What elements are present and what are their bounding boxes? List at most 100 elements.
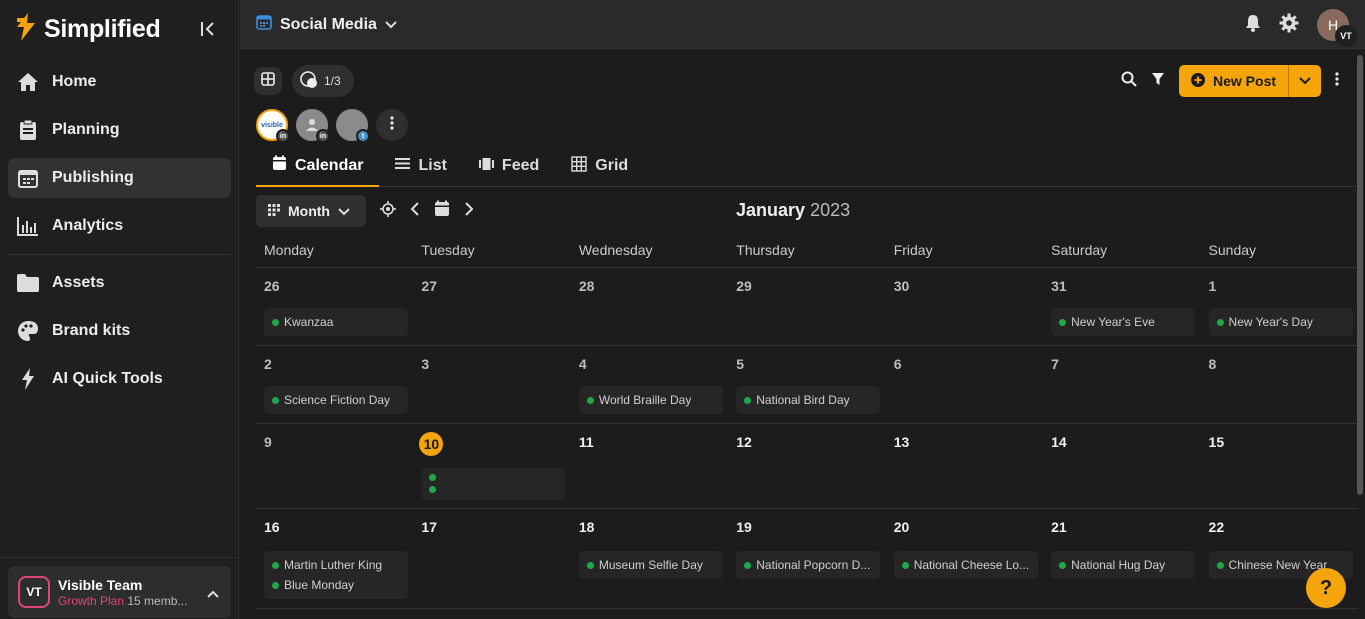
sidebar-divider [8,254,231,255]
calendar-event[interactable]: Museum Selfie Day [586,555,715,575]
layout-toggle-button[interactable] [254,67,282,95]
view-mode-select[interactable]: Month [256,195,366,227]
event-group: Martin Luther King Blue Monday [264,551,408,599]
calendar-event[interactable]: Kwanzaa [272,312,400,332]
day-number: 20 [893,519,910,535]
calendar-event[interactable] [429,471,557,483]
calendar-day-cell[interactable]: 9 [256,424,413,508]
sidebar-item-home[interactable]: Home [8,62,231,102]
linkedin-icon: in [316,129,330,143]
sidebar-item-planning[interactable]: Planning [8,110,231,150]
calendar-day-cell[interactable]: 17 [413,509,570,608]
filter-icon[interactable] [1151,72,1165,91]
calendar-event[interactable]: National Popcorn D... [744,555,872,575]
calendar-day-cell[interactable]: 16 Martin Luther King Blue Monday [256,509,413,608]
calendar-day-cell[interactable]: 2 Science Fiction Day [256,346,413,423]
calendar-event[interactable]: World Braille Day [586,390,715,410]
more-accounts-button[interactable] [376,109,408,141]
month-title: January 2023 [736,200,850,221]
calendar-event[interactable]: National Bird Day [744,390,872,410]
brand-name: Simplified [44,15,161,43]
selected-accounts-pill[interactable]: 1/3 [292,65,354,97]
calendar-day-cell[interactable]: 20 National Cheese Lo... [886,509,1043,608]
calendar-day-cell[interactable]: 26 Kwanzaa [256,268,413,345]
gear-icon[interactable] [1279,13,1299,38]
calendar-day-cell[interactable]: 5 National Bird Day [728,346,885,423]
day-number: 28 [578,278,595,294]
month-name: January [736,200,806,220]
calendar-day-cell[interactable]: 18 Museum Selfie Day [571,509,728,608]
calendar-event[interactable]: Martin Luther King [272,555,400,575]
chevron-right-icon[interactable] [464,201,474,222]
sidebar-item-brand-kits[interactable]: Brand kits [8,311,231,351]
account-avatar-twitter[interactable]: t [336,109,370,143]
tab-label: Grid [595,157,629,174]
search-icon[interactable] [1121,71,1137,92]
workspace-selector[interactable]: Social Media [256,14,397,35]
calendar-day-cell[interactable]: 28 [571,268,728,345]
calendar-day-cell[interactable]: 15 [1201,424,1358,508]
calendar-day-cell[interactable]: 31 New Year's Eve [1043,268,1200,345]
account-label: visible [261,121,283,129]
chevron-up-icon [207,585,219,603]
day-number: 7 [1051,356,1059,372]
account-list: visible in in t [256,109,408,143]
team-switcher[interactable]: VT Visible Team Growth Plan 15 memb... [8,566,231,618]
calendar-day-cell[interactable]: 7 [1043,346,1200,423]
calendar-event[interactable]: New Year's Day [1216,312,1345,332]
calendar-day-cell[interactable]: 4 World Braille Day [571,346,728,423]
calendar-event[interactable]: New Year's Eve [1059,312,1187,332]
tab-feed[interactable]: Feed [463,146,555,186]
calendar-event[interactable]: National Hug Day [1059,555,1187,575]
calendar-day-cell[interactable]: 12 [728,424,885,508]
calendar-day-cell[interactable]: 6 [886,346,1043,423]
chevron-left-icon[interactable] [410,201,420,222]
sidebar-item-publishing[interactable]: Publishing [8,158,231,198]
vertical-scrollbar[interactable] [1357,55,1363,495]
calendar-day-cell[interactable]: 10 [413,424,570,508]
tab-grid[interactable]: Grid [555,146,644,186]
new-post-dropdown-button[interactable] [1289,65,1321,97]
sidebar-item-assets[interactable]: Assets [8,263,231,303]
sidebar: Simplified Home Planning Publishing Anal… [0,0,239,619]
account-avatar-linkedin-person[interactable]: in [296,109,330,143]
calendar-day-cell[interactable]: 1 New Year's Day [1201,268,1358,345]
calendar-event[interactable] [429,483,557,495]
calendar-day-cell[interactable]: 11 [571,424,728,508]
tab-calendar[interactable]: Calendar [256,146,380,187]
top-right-actions: H VT [1245,9,1357,47]
calendar-day-cell[interactable]: 14 [1043,424,1200,508]
calendar-picker-icon[interactable] [434,200,450,222]
calendar-event[interactable]: National Cheese Lo... [901,555,1030,575]
day-number: 27 [421,278,437,294]
calendar-event[interactable]: Science Fiction Day [272,390,400,410]
help-button[interactable]: ? [1306,568,1346,608]
calendar-day-cell[interactable]: 27 [413,268,570,345]
kebab-menu-icon[interactable] [1335,71,1339,91]
event-title: National Hug Day [1071,558,1166,572]
brand-logo[interactable]: Simplified [14,12,161,47]
sidebar-item-ai-quick-tools[interactable]: AI Quick Tools [8,359,231,399]
weekday-label: Saturday [1051,242,1108,258]
clipboard-icon [16,118,40,142]
tab-list[interactable]: List [379,146,462,186]
bell-icon[interactable] [1245,14,1261,37]
calendar-event[interactable]: Blue Monday [272,575,400,595]
new-post-button[interactable]: New Post [1179,65,1289,97]
weekday-label: Thursday [736,242,795,258]
top-bar: Social Media H VT [240,0,1365,49]
account-avatar-linkedin-company[interactable]: visible in [256,109,290,143]
calendar-day-cell[interactable]: 13 [886,424,1043,508]
calendar-day-cell[interactable]: 30 [886,268,1043,345]
calendar-day-cell[interactable]: 3 [413,346,570,423]
calendar-day-cell[interactable]: 29 [728,268,885,345]
calendar-day-cell[interactable]: 8 [1201,346,1358,423]
collapse-sidebar-icon[interactable] [196,17,220,41]
calendar-day-cell[interactable]: 21 National Hug Day [1043,509,1200,608]
event-status-dot [272,318,279,326]
crosshair-icon[interactable] [380,200,396,222]
calendar-day-cell[interactable]: 19 National Popcorn D... [728,509,885,608]
user-avatar[interactable]: H VT [1317,9,1357,47]
sidebar-item-analytics[interactable]: Analytics [8,206,231,246]
event-group: New Year's Day [1208,308,1353,336]
